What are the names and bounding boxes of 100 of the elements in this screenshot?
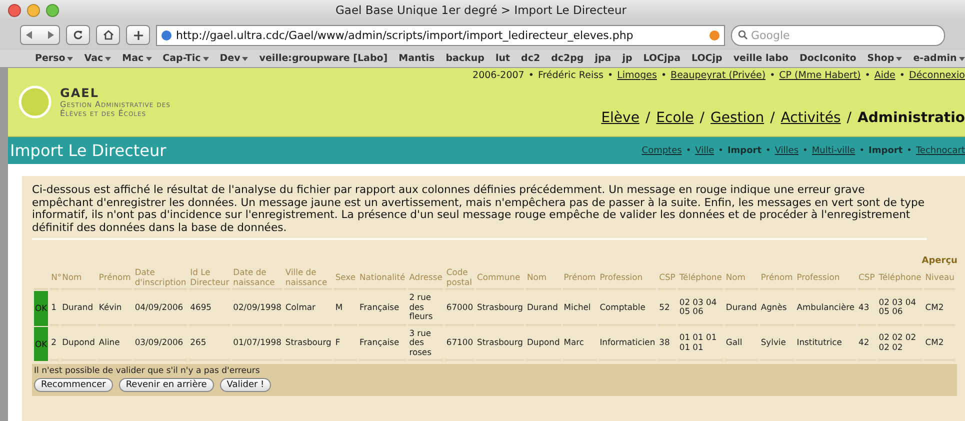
table-cell: Strasbourg: [476, 326, 524, 361]
nav-link[interactable]: Villes: [774, 146, 799, 156]
bookmark-item[interactable]: LOCjp: [691, 53, 722, 64]
separator: •: [802, 146, 808, 156]
nav-link[interactable]: Gestion: [710, 110, 764, 126]
bookmark-item[interactable]: Vac: [84, 53, 112, 64]
reload-button[interactable]: [66, 25, 90, 45]
nav-link[interactable]: Technocart: [916, 146, 965, 156]
bookmark-item[interactable]: veille labo: [733, 53, 788, 64]
nav-link[interactable]: Activités: [780, 110, 841, 126]
status-cell: OK: [34, 326, 48, 361]
caret-icon: [146, 56, 152, 60]
table-cell: CM2: [924, 291, 956, 326]
table-cell: Strasbourg: [284, 326, 332, 361]
address-field[interactable]: http://gael.ultra.cdc/Gael/www/admin/scripts/import/import_ledirecteur_eleves.php: [156, 24, 725, 46]
column-header: Date de naissance: [232, 267, 282, 290]
table-cell: Agnès: [760, 291, 794, 326]
column-header: Sexe: [334, 267, 357, 290]
bookmark-item[interactable]: backup: [446, 53, 484, 64]
window-title: Gael Base Unique 1er degré > Import Le Directeur: [334, 3, 628, 17]
separator: •: [528, 70, 534, 81]
home-button[interactable]: [96, 25, 120, 45]
separator: •: [608, 70, 614, 81]
caret-icon: [202, 56, 209, 60]
bookmark-item[interactable]: Mantis: [398, 53, 435, 64]
bookmark-item[interactable]: e-admin: [913, 53, 965, 64]
column-header: Niveau: [924, 267, 956, 290]
table-cell: 43: [858, 291, 876, 326]
bookmark-item[interactable]: Dev: [220, 53, 248, 64]
table-cell: 42: [858, 326, 876, 361]
plus-icon: [134, 30, 142, 40]
table-cell: 2 rue des fleurs: [408, 291, 444, 326]
footer-note: Il n'est possible de valider que s'il n'y a pas d'erreurs: [34, 366, 261, 376]
home-icon: [102, 30, 114, 40]
nav-link[interactable]: Aide: [874, 70, 896, 81]
nav-link[interactable]: Beaupeyrat (Privée): [670, 70, 766, 81]
search-icon: [738, 30, 748, 40]
form-button[interactable]: Valider !: [220, 378, 272, 392]
column-header: Prénom: [760, 267, 794, 290]
column-header: Commune: [476, 267, 524, 290]
nav-link[interactable]: Ville: [695, 146, 714, 156]
bookmark-item[interactable]: DocIconito: [799, 53, 856, 64]
bookmark-item[interactable]: lut: [495, 53, 510, 64]
table-cell: CM2: [924, 326, 956, 361]
table-cell: Kévin: [98, 291, 132, 326]
separator: •: [899, 70, 905, 81]
nav-link[interactable]: Ecole: [656, 110, 694, 126]
nav-link[interactable]: CP (Mme Habert): [779, 70, 861, 81]
bookmark-item[interactable]: Shop: [867, 53, 902, 64]
nav-link[interactable]: Limoges: [617, 70, 657, 81]
close-button[interactable]: [8, 4, 21, 16]
logo-subtitle: Élèves et des Écoles: [60, 109, 148, 118]
bookmark-item[interactable]: Mac: [122, 53, 152, 64]
bookmark-item[interactable]: jp: [622, 53, 632, 64]
bookmark-item[interactable]: Cap-Tic: [162, 53, 209, 64]
add-button[interactable]: [126, 25, 150, 45]
bookmark-item[interactable]: Perso: [35, 53, 74, 64]
minimize-button[interactable]: [27, 4, 40, 16]
nav-link[interactable]: Comptes: [642, 146, 682, 156]
separator: •: [718, 146, 724, 156]
bookmark-item[interactable]: LOCjpa: [643, 53, 680, 64]
caret-icon: [242, 56, 248, 60]
form-button[interactable]: Revenir en arrière: [118, 378, 214, 392]
nav-link[interactable]: Multi-ville: [812, 146, 856, 156]
table-cell: Sylvie: [760, 326, 794, 361]
table-cell: Durand: [526, 291, 561, 326]
caret-icon: [896, 56, 902, 60]
table-cell: Dupond: [61, 326, 96, 361]
table-cell: Aline: [98, 326, 132, 361]
status-cell: OK: [34, 291, 48, 326]
info-text: Frédéric Reiss: [538, 70, 604, 81]
column-header: Id Le Directeur: [189, 267, 230, 290]
table-cell: M: [334, 291, 357, 326]
column-header: Nom: [724, 267, 758, 290]
bookmark-item[interactable]: dc2pg: [551, 53, 584, 64]
separator: •: [859, 146, 865, 156]
separator: •: [766, 146, 771, 156]
separator: •: [906, 146, 912, 156]
bookmark-item[interactable]: dc2: [521, 53, 540, 64]
table-cell: 1: [50, 291, 60, 326]
column-header: Adresse: [408, 267, 444, 290]
bookmark-item[interactable]: jpa: [594, 53, 612, 64]
current-page-label: Import: [727, 146, 762, 156]
zoom-button[interactable]: [46, 4, 59, 16]
form-button[interactable]: Recommencer: [34, 378, 113, 392]
table-cell: 02 03 04 05 06: [678, 291, 723, 326]
separator: •: [686, 146, 692, 156]
column-header: Profession: [598, 267, 656, 290]
nav-link[interactable]: Déconnexio: [909, 70, 965, 81]
column-header: Date d'inscription: [134, 267, 188, 290]
table-cell: Michel: [562, 291, 597, 326]
separator: /: [645, 110, 650, 126]
nav-link[interactable]: Elève: [601, 110, 640, 126]
separator: /: [770, 110, 775, 126]
caret-icon: [105, 56, 112, 60]
table-cell: 02 02 02 02 02: [878, 326, 922, 361]
bookmark-item[interactable]: veille:groupware [Labo]: [259, 53, 388, 64]
back-forward-button[interactable]: [20, 25, 60, 45]
table-cell: 04/09/2006: [134, 291, 188, 326]
table-cell: 265: [189, 326, 230, 361]
